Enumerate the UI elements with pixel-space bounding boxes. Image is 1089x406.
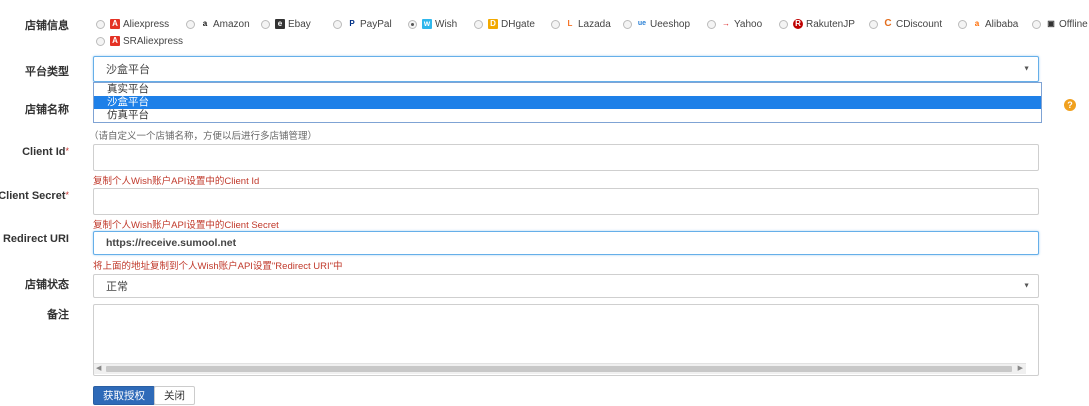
radio-button[interactable] (186, 19, 195, 29)
scroll-right-icon[interactable]: ▶ (1018, 364, 1023, 372)
platform-label: Ebay (288, 18, 311, 30)
cdiscount-icon: C (884, 18, 892, 29)
caret-down-icon: ▼ (1023, 65, 1030, 73)
dropdown-option-highlighted[interactable]: 沙盒平台 (94, 96, 1041, 109)
radio-button[interactable] (707, 19, 716, 29)
platform-label: Ueeshop (650, 18, 691, 30)
platform-option-ebay[interactable]: e Ebay (261, 17, 311, 31)
client-id-input[interactable] (93, 144, 1039, 171)
help-icon[interactable]: ? (1064, 99, 1076, 111)
radio-button[interactable] (1032, 19, 1041, 29)
platform-option-aliexpress[interactable]: A Aliexpress (96, 17, 169, 31)
authorize-button[interactable]: 获取授权 (93, 386, 155, 405)
radio-button[interactable] (96, 19, 105, 29)
platform-option-amazon[interactable]: a Amazon (186, 17, 250, 31)
radio-button[interactable] (96, 36, 105, 46)
ueeshop-icon: ue (637, 20, 647, 27)
platform-label: Yahoo (734, 18, 763, 30)
dropdown-option[interactable]: 真实平台 (94, 83, 1041, 96)
label-store-status: 店铺状态 (25, 279, 69, 291)
label-remark: 备注 (47, 309, 69, 321)
platform-type-select[interactable]: 沙盒平台 ▼ (93, 56, 1039, 82)
platform-option-paypal[interactable]: P PayPal (333, 17, 392, 31)
platform-label: Wish (435, 18, 458, 30)
label-redirect-uri: Redirect URI (2, 233, 69, 245)
platform-label: Offline (1059, 18, 1088, 30)
label-client-id: Client Id* (22, 146, 69, 158)
horizontal-scrollbar[interactable]: ◀ ▶ (94, 363, 1026, 374)
redirect-uri-value: https://receive.sumool.net (106, 237, 237, 249)
client-id-hint: 复制个人Wish账户API设置中的Client Id (93, 176, 260, 187)
platform-option-wish[interactable]: w Wish (408, 17, 457, 31)
platform-option-cdiscount[interactable]: C CDiscount (869, 17, 942, 31)
platform-label: CDiscount (896, 18, 943, 30)
platform-type-dropdown: 真实平台 沙盒平台 仿真平台 (93, 82, 1042, 123)
alibaba-icon: a (974, 19, 980, 28)
radio-button[interactable] (333, 19, 342, 29)
platform-label: Amazon (213, 18, 250, 30)
platform-option-yahoo[interactable]: → Yahoo (707, 17, 762, 31)
lazada-icon: L (567, 19, 573, 28)
paypal-icon: P (349, 19, 355, 28)
client-secret-input[interactable] (93, 188, 1039, 215)
caret-down-icon: ▼ (1023, 282, 1030, 290)
platform-label: RakutenJP (806, 18, 855, 30)
platform-type-value: 沙盒平台 (106, 64, 150, 76)
radio-button-checked[interactable] (408, 19, 417, 29)
ebay-icon: e (275, 19, 285, 29)
scrollbar-thumb[interactable] (106, 366, 1012, 372)
required-mark: * (65, 146, 69, 156)
required-mark: * (65, 190, 69, 200)
dropdown-option[interactable]: 仿真平台 (94, 109, 1041, 122)
radio-button[interactable] (869, 19, 878, 29)
platform-option-ueeshop[interactable]: ue Ueeshop (623, 17, 690, 31)
platform-option-lazada[interactable]: L Lazada (551, 17, 611, 31)
label-client-secret: Client Secret* (0, 190, 69, 202)
aliexpress-icon: A (110, 19, 120, 29)
platform-option-rakuten[interactable]: R RakutenJP (779, 17, 855, 31)
dhgate-icon: D (488, 19, 498, 29)
label-platform-type: 平台类型 (25, 66, 69, 78)
store-status-value: 正常 (106, 281, 128, 293)
scroll-left-icon[interactable]: ◀ (96, 364, 101, 372)
radio-button[interactable] (261, 19, 270, 29)
client-secret-hint: 复制个人Wish账户API设置中的Client Secret (93, 220, 279, 231)
redirect-uri-input[interactable]: https://receive.sumool.net (93, 231, 1039, 255)
amazon-icon: a (202, 19, 208, 28)
radio-button[interactable] (474, 19, 483, 29)
platform-label: PayPal (360, 18, 392, 30)
platform-label: Alibaba (985, 18, 1019, 30)
sraliexpress-icon: A (110, 36, 120, 46)
yahoo-icon: → (722, 19, 730, 28)
label-store-name: 店铺名称 (25, 104, 69, 116)
label-store-info: 店铺信息 (25, 20, 69, 32)
platform-option-sraliexpress[interactable]: A SRAliexpress (96, 34, 183, 48)
radio-button[interactable] (551, 19, 560, 29)
radio-button[interactable] (958, 19, 967, 29)
wish-icon: w (422, 19, 432, 29)
radio-button[interactable] (623, 19, 632, 29)
platform-option-offline[interactable]: ▣ Offline (1032, 17, 1088, 31)
radio-button[interactable] (779, 19, 788, 29)
store-status-select[interactable]: 正常 ▼ (93, 274, 1039, 298)
close-button[interactable]: 关闭 (154, 386, 195, 405)
platform-label: SRAliexpress (123, 35, 184, 47)
platform-label: Aliexpress (123, 18, 170, 30)
platform-option-dhgate[interactable]: D DHgate (474, 17, 535, 31)
platform-label: Lazada (578, 18, 611, 30)
store-name-hint: （请自定义一个店铺名称，方便以后进行多店铺管理） (89, 131, 318, 142)
rakuten-icon: R (793, 19, 803, 29)
redirect-uri-hint: 将上面的地址复制到个人Wish账户API设置"Redirect URI"中 (93, 261, 343, 272)
platform-label: DHgate (501, 18, 535, 30)
offline-icon: ▣ (1047, 19, 1055, 28)
platform-option-alibaba[interactable]: a Alibaba (958, 17, 1018, 31)
